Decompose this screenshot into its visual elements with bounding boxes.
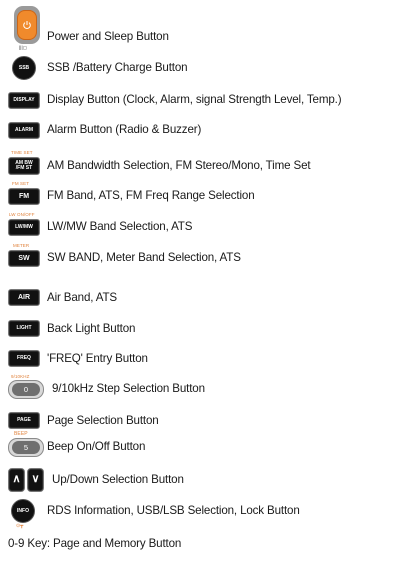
display-description: Display Button (Clock, Alarm, signal Str… xyxy=(47,93,342,106)
beep-caption: BEEP xyxy=(14,431,28,437)
air-key: AIR xyxy=(8,289,40,306)
zero-key: 0 xyxy=(8,380,44,399)
fm-key: FM xyxy=(8,188,40,205)
legend-row-beep: BEEP 5 Beep On/Off Button xyxy=(0,431,406,463)
power-button-icon xyxy=(14,6,40,44)
display-key: DISPLAY xyxy=(8,92,40,109)
legend-row-display: DISPLAY Display Button (Clock, Alarm, si… xyxy=(0,91,406,111)
legend-row-sw: METER SW SW BAND, Meter Band Selection, … xyxy=(0,242,406,274)
freq-key: FREQ xyxy=(8,350,40,367)
meter-caption: METER xyxy=(13,243,30,248)
light-key: LIGHT xyxy=(8,320,40,337)
five-key: 5 xyxy=(8,438,44,457)
legend-row-lw-mw: LW ON/OFF LW/MW LW/MW Band Selection, AT… xyxy=(0,212,406,244)
time-set-caption: TIME SET xyxy=(11,150,33,155)
legend-row-up-down: ∧ ∨ Up/Down Selection Button xyxy=(0,466,406,494)
lw-mw-description: LW/MW Band Selection, ATS xyxy=(47,220,193,233)
info-key: INFO xyxy=(11,499,35,523)
legend-row-fm: FM SET FM FM Band, ATS, FM Freq Range Se… xyxy=(0,181,406,213)
legend-row-power: |||▢ Power and Sleep Button xyxy=(0,6,406,50)
beep-description: Beep On/Off Button xyxy=(47,440,146,453)
am-bw-key: AM BW /FM ST xyxy=(8,157,40,175)
legend-row-am-bw: TIME SET AM BW /FM ST AM Bandwidth Selec… xyxy=(0,150,406,182)
legend-row-info: INFO ⊙┳ RDS Information, USB/LSB Selecti… xyxy=(0,496,406,532)
digits-description: 0-9 Key: Page and Memory Button xyxy=(8,537,182,550)
ssb-description: SSB /Battery Charge Button xyxy=(47,61,188,74)
light-description: Back Light Button xyxy=(47,322,136,335)
am-bw-description: AM Bandwidth Selection, FM Stereo/Mono, … xyxy=(47,159,311,172)
power-description: Power and Sleep Button xyxy=(47,30,169,43)
legend-row-light: LIGHT Back Light Button xyxy=(0,319,406,339)
legend-row-alarm: ALARM Alarm Button (Radio & Buzzer) xyxy=(0,121,406,141)
page-key: PAGE xyxy=(8,412,40,429)
page-description: Page Selection Button xyxy=(47,414,159,427)
chevron-down-icon: ∨ xyxy=(31,473,40,486)
chevron-up-icon: ∧ xyxy=(12,473,21,486)
step-caption: 9/10KHZ xyxy=(11,374,30,379)
legend-row-air: AIR Air Band, ATS xyxy=(0,288,406,308)
fm-set-caption: FM SET xyxy=(12,181,30,186)
step-description: 9/10kHz Step Selection Button xyxy=(52,382,205,395)
lock-caption: ⊙┳ xyxy=(16,523,24,529)
sw-key: SW xyxy=(8,250,40,267)
legend-row-step: 9/10KHZ 0 9/10kHz Step Selection Button xyxy=(0,374,406,404)
freq-description: 'FREQ' Entry Button xyxy=(47,352,148,365)
sleep-label: |||▢ xyxy=(19,45,28,50)
ssb-key: SSB xyxy=(12,56,36,80)
info-description: RDS Information, USB/LSB Selection, Lock… xyxy=(47,504,300,517)
down-key: ∨ xyxy=(27,468,44,492)
legend-row-ssb: SSB SSB /Battery Charge Button xyxy=(0,55,406,80)
legend-row-digits: 0-9 Key: Page and Memory Button xyxy=(0,535,406,555)
power-icon xyxy=(23,21,31,29)
lw-mw-key: LW/MW xyxy=(8,219,40,236)
up-down-description: Up/Down Selection Button xyxy=(52,473,184,486)
alarm-key: ALARM xyxy=(8,122,40,139)
sw-description: SW BAND, Meter Band Selection, ATS xyxy=(47,251,241,264)
legend-row-page: PAGE Page Selection Button xyxy=(0,411,406,431)
alarm-description: Alarm Button (Radio & Buzzer) xyxy=(47,123,202,136)
legend-row-freq: FREQ 'FREQ' Entry Button xyxy=(0,349,406,369)
lw-onoff-caption: LW ON/OFF xyxy=(9,212,35,217)
air-description: Air Band, ATS xyxy=(47,291,118,304)
up-key: ∧ xyxy=(8,468,25,492)
fm-description: FM Band, ATS, FM Freq Range Selection xyxy=(47,189,255,202)
